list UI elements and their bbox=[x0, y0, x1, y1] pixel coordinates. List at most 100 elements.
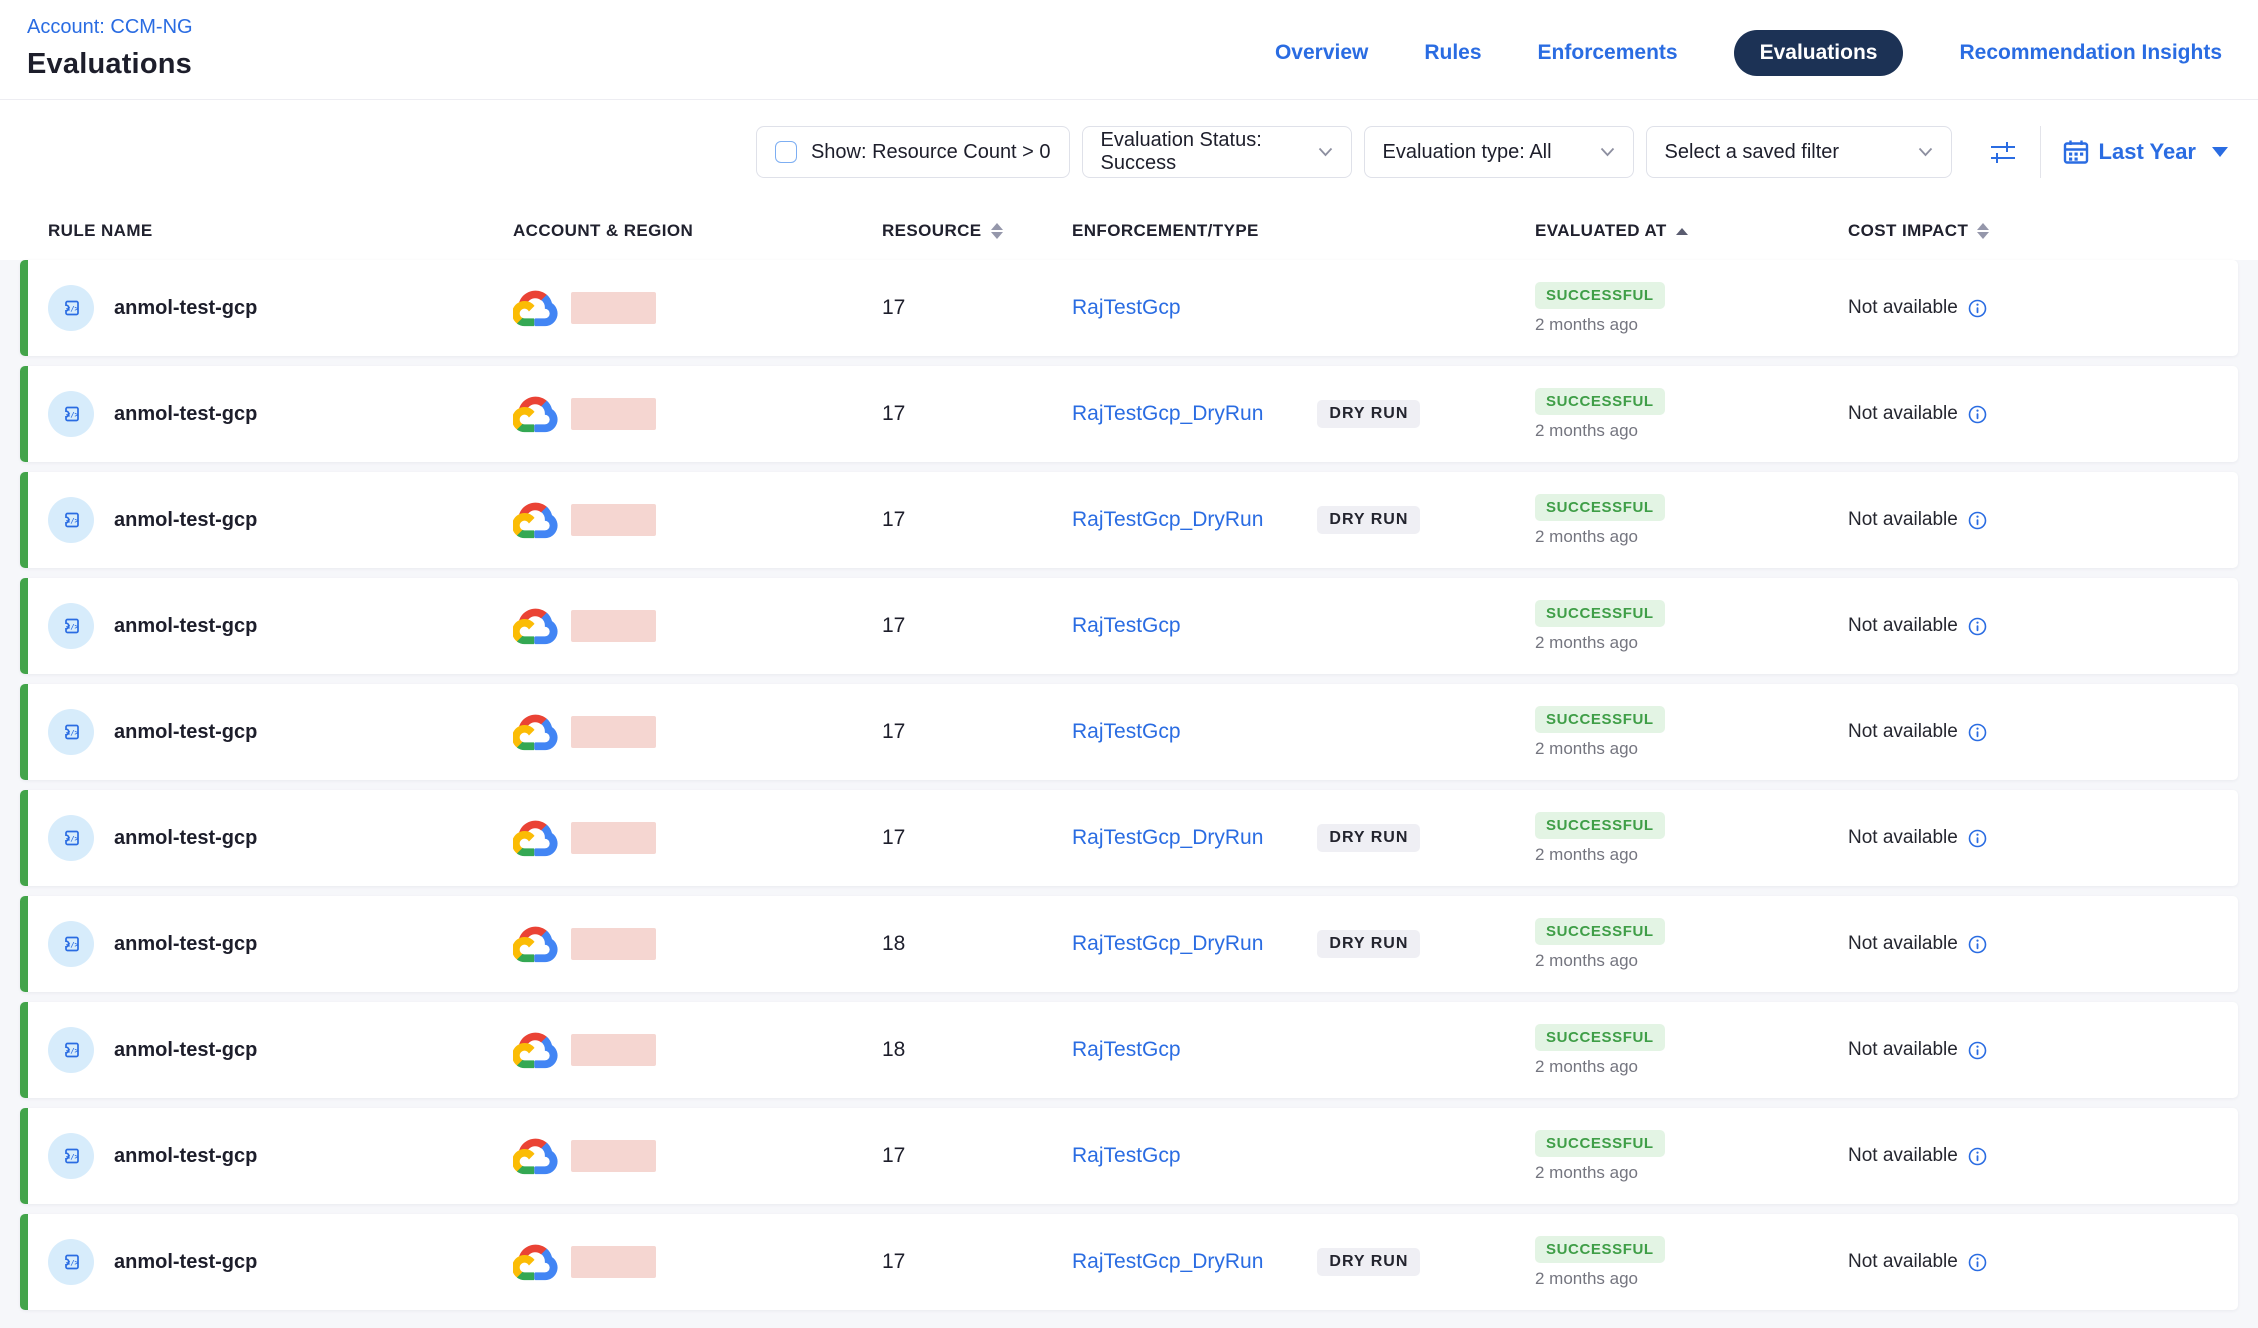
table-row[interactable]: </> anmol-test-gcp 17 RajTestGcp_DryRun … bbox=[20, 1214, 2238, 1310]
enforcement-link[interactable]: RajTestGcp bbox=[1072, 614, 1181, 638]
sort-icon[interactable] bbox=[991, 223, 1003, 239]
date-range-picker[interactable]: Last Year bbox=[2063, 139, 2228, 165]
table-row[interactable]: </> anmol-test-gcp 18 RajTestGcp bbox=[20, 1002, 2238, 1098]
enforcement-link[interactable]: RajTestGcp bbox=[1072, 720, 1181, 744]
svg-text:</>: </> bbox=[66, 622, 80, 631]
enforcement-cell: RajTestGcp_DryRun DRY RUN bbox=[1072, 824, 1535, 852]
table-header: Rule Name Account & Region Resource Enfo… bbox=[0, 218, 2258, 244]
redacted-account-name bbox=[571, 1140, 656, 1172]
account-region-cell bbox=[513, 714, 882, 751]
saved-filter-placeholder: Select a saved filter bbox=[1665, 141, 1840, 164]
enforcement-cell: RajTestGcp_DryRun DRY RUN bbox=[1072, 506, 1535, 534]
redacted-account-name bbox=[571, 1034, 656, 1066]
status-badge: SUCCESSFUL bbox=[1535, 1024, 1665, 1051]
enforcement-cell: RajTestGcp bbox=[1072, 720, 1535, 744]
status-badge: SUCCESSFUL bbox=[1535, 494, 1665, 521]
evaluated-timestamp: 2 months ago bbox=[1535, 1269, 1638, 1289]
rule-name: anmol-test-gcp bbox=[114, 721, 257, 744]
evaluated-timestamp: 2 months ago bbox=[1535, 739, 1638, 759]
row-status-accent-bar bbox=[20, 790, 28, 886]
evaluation-type-dropdown[interactable]: Evaluation type: All bbox=[1364, 126, 1634, 178]
account-region-cell bbox=[513, 1138, 882, 1175]
tab-recommendation-insights[interactable]: Recommendation Insights bbox=[1959, 41, 2222, 65]
table-row[interactable]: </> anmol-test-gcp 17 RajTestGcp bbox=[20, 684, 2238, 780]
info-icon[interactable] bbox=[1968, 829, 1987, 848]
table-row[interactable]: </> anmol-test-gcp 17 RajTestGcp bbox=[20, 578, 2238, 674]
tab-rules[interactable]: Rules bbox=[1424, 41, 1481, 65]
rule-name: anmol-test-gcp bbox=[114, 615, 257, 638]
filter-bar: Show: Resource Count > 0 Evaluation Stat… bbox=[0, 100, 2258, 178]
svg-text:</>: </> bbox=[66, 1152, 80, 1161]
account-region-cell bbox=[513, 396, 882, 433]
enforcement-link[interactable]: RajTestGcp_DryRun bbox=[1072, 932, 1263, 956]
rule-name: anmol-test-gcp bbox=[114, 403, 257, 426]
info-icon[interactable] bbox=[1968, 935, 1987, 954]
gcp-cloud-icon bbox=[513, 926, 558, 963]
resource-count: 17 bbox=[882, 296, 1072, 320]
evaluated-timestamp: 2 months ago bbox=[1535, 315, 1638, 335]
cost-impact-cell: Not available bbox=[1848, 615, 2238, 637]
svg-text:</>: </> bbox=[66, 516, 80, 525]
info-icon[interactable] bbox=[1968, 405, 1987, 424]
column-header-evaluated-at[interactable]: Evaluated At bbox=[1535, 221, 1848, 241]
enforcement-link[interactable]: RajTestGcp_DryRun bbox=[1072, 508, 1263, 532]
tab-overview[interactable]: Overview bbox=[1275, 41, 1368, 65]
info-icon[interactable] bbox=[1968, 1147, 1987, 1166]
evaluated-at-cell: SUCCESSFUL 2 months ago bbox=[1535, 600, 1848, 653]
gcp-cloud-icon bbox=[513, 396, 558, 433]
tab-evaluations[interactable]: Evaluations bbox=[1734, 30, 1904, 76]
rule-name-cell: </> anmol-test-gcp bbox=[48, 497, 513, 543]
account-breadcrumb[interactable]: Account: CCM-NG bbox=[27, 16, 193, 39]
evaluated-at-cell: SUCCESSFUL 2 months ago bbox=[1535, 1130, 1848, 1183]
enforcement-link[interactable]: RajTestGcp bbox=[1072, 1144, 1181, 1168]
cost-impact-value: Not available bbox=[1848, 297, 1958, 319]
table-row[interactable]: </> anmol-test-gcp 18 RajTestGcp_DryRun … bbox=[20, 896, 2238, 992]
redacted-account-name bbox=[571, 398, 656, 430]
table-row[interactable]: </> anmol-test-gcp 17 RajTestGcp_DryRun … bbox=[20, 366, 2238, 462]
table-row[interactable]: </> anmol-test-gcp 17 RajTestGcp_DryRun … bbox=[20, 790, 2238, 886]
column-header-cost-impact[interactable]: Cost Impact bbox=[1848, 221, 2258, 241]
resource-count-checkbox[interactable] bbox=[775, 141, 797, 163]
column-header-account-region: Account & Region bbox=[513, 221, 882, 241]
rule-name: anmol-test-gcp bbox=[114, 1251, 257, 1274]
status-badge: SUCCESSFUL bbox=[1535, 1236, 1665, 1263]
rule-name-cell: </> anmol-test-gcp bbox=[48, 709, 513, 755]
evaluated-at-cell: SUCCESSFUL 2 months ago bbox=[1535, 494, 1848, 547]
cost-impact-cell: Not available bbox=[1848, 297, 2238, 319]
table-row[interactable]: </> anmol-test-gcp 17 RajTestGcp bbox=[20, 260, 2238, 356]
chevron-down-icon bbox=[1918, 147, 1933, 157]
info-icon[interactable] bbox=[1968, 1041, 1987, 1060]
rule-name: anmol-test-gcp bbox=[114, 509, 257, 532]
enforcement-link[interactable]: RajTestGcp_DryRun bbox=[1072, 826, 1263, 850]
sort-ascending-icon[interactable] bbox=[1676, 228, 1688, 235]
table-row[interactable]: </> anmol-test-gcp 17 RajTestGcp_DryRun … bbox=[20, 472, 2238, 568]
rule-name-cell: </> anmol-test-gcp bbox=[48, 391, 513, 437]
info-icon[interactable] bbox=[1968, 617, 1987, 636]
filter-sliders-icon[interactable] bbox=[1988, 137, 2018, 167]
column-header-resource[interactable]: Resource bbox=[882, 221, 1072, 241]
cost-impact-value: Not available bbox=[1848, 1039, 1958, 1061]
sort-icon[interactable] bbox=[1977, 223, 1989, 239]
enforcement-link[interactable]: RajTestGcp_DryRun bbox=[1072, 402, 1263, 426]
resource-count-filter[interactable]: Show: Resource Count > 0 bbox=[756, 126, 1070, 178]
enforcement-link[interactable]: RajTestGcp bbox=[1072, 296, 1181, 320]
chevron-down-icon bbox=[1318, 147, 1333, 157]
tab-enforcements[interactable]: Enforcements bbox=[1538, 41, 1678, 65]
enforcement-link[interactable]: RajTestGcp_DryRun bbox=[1072, 1250, 1263, 1274]
enforcement-link[interactable]: RajTestGcp bbox=[1072, 1038, 1181, 1062]
svg-text:</>: </> bbox=[66, 940, 80, 949]
info-icon[interactable] bbox=[1968, 723, 1987, 742]
saved-filter-dropdown[interactable]: Select a saved filter bbox=[1646, 126, 1952, 178]
evaluated-timestamp: 2 months ago bbox=[1535, 845, 1638, 865]
table-row[interactable]: </> anmol-test-gcp 17 RajTestGcp bbox=[20, 1108, 2238, 1204]
resource-count: 17 bbox=[882, 402, 1072, 426]
evaluated-at-cell: SUCCESSFUL 2 months ago bbox=[1535, 282, 1848, 335]
rule-name-cell: </> anmol-test-gcp bbox=[48, 285, 513, 331]
svg-text:</>: </> bbox=[66, 1046, 80, 1055]
info-icon[interactable] bbox=[1968, 1253, 1987, 1272]
account-region-cell bbox=[513, 502, 882, 539]
resource-count: 17 bbox=[882, 826, 1072, 850]
evaluation-status-dropdown[interactable]: Evaluation Status: Success bbox=[1082, 126, 1352, 178]
info-icon[interactable] bbox=[1968, 511, 1987, 530]
info-icon[interactable] bbox=[1968, 299, 1987, 318]
